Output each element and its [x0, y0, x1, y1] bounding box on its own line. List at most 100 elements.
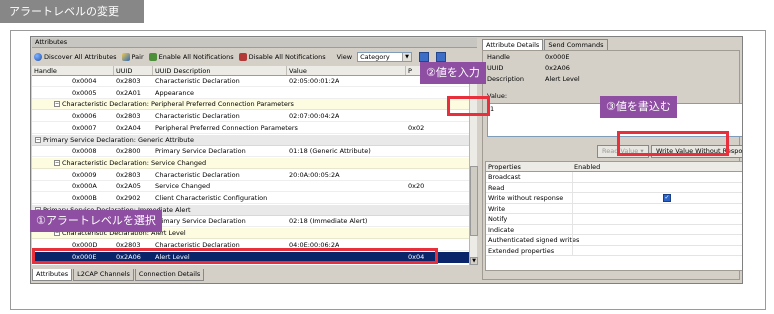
handle-cell: 0x000B	[72, 194, 97, 202]
detail-handle-label: Handle	[487, 53, 510, 61]
tab-send-commands[interactable]: Send Commands	[544, 39, 608, 50]
view-label: View	[336, 53, 353, 61]
enable-notifications-button[interactable]: Enable All Notifications	[148, 53, 234, 61]
detail-description-label: Description	[487, 75, 525, 83]
attribute-row[interactable]: 0x000B 0x2902 Client Characteristic Config…	[32, 193, 469, 204]
discover-all-button[interactable]: Discover All Attributes	[34, 53, 117, 61]
chevron-down-icon: ▼	[402, 53, 412, 61]
collapse-icon[interactable]: −	[35, 136, 41, 143]
value-cell: 02:07:00:04:2A	[289, 112, 340, 121]
pair-icon	[121, 53, 130, 61]
property-name: Authenticated signed writes	[488, 236, 580, 244]
properties-table-header: Properties Enabled	[486, 162, 742, 172]
property-divider	[572, 245, 573, 256]
group-text: Primary Service Declaration: Generic Att…	[43, 135, 194, 144]
uuid-cell: 0x2A05	[116, 182, 141, 191]
uuid-cell: 0x2803	[116, 170, 141, 179]
characteristic-row[interactable]: − Characteristic Declaration: Service Cha…	[32, 157, 469, 169]
attributes-grid-header: Handle UUID UUID Description Value P	[32, 66, 469, 76]
collapse-icon[interactable]: −	[54, 101, 60, 108]
attribute-row[interactable]: 0x000A 0x2A05 Service Changed 0x20	[32, 181, 469, 193]
service-row[interactable]: − Primary Service Declaration: Generic At…	[32, 134, 469, 146]
value-cell: 20:0A:00:05:2A	[289, 170, 340, 179]
property-divider	[572, 172, 573, 182]
slide-title: アラートレベルの変更	[0, 0, 144, 23]
group-text: Characteristic Declaration: Service Chan…	[62, 158, 207, 167]
column-handle[interactable]: Handle	[32, 66, 114, 75]
attribute-row[interactable]: 0x0009 0x2803 Characteristic Declaration 20…	[32, 170, 469, 181]
expand-all-icon[interactable]	[419, 52, 430, 62]
property-row: Indicate	[486, 224, 742, 235]
attributes-panel-title: Attributes	[32, 38, 477, 48]
value-cell: 01:18 (Generic Attribute)	[289, 147, 371, 156]
property-divider	[572, 193, 573, 203]
attribute-row[interactable]: 0x0004 0x2803 Characteristic Declaration 02…	[32, 76, 469, 87]
handle-cell: 0x0005	[72, 88, 97, 97]
property-name: Extended properties	[488, 246, 555, 255]
property-name: Notify	[488, 215, 508, 223]
pair-label: Pair	[131, 53, 144, 61]
description-cell: Service Changed	[155, 182, 211, 191]
uuid-cell: 0x2803	[116, 77, 141, 85]
callout-write-value: ③値を書込む	[600, 96, 677, 118]
tab-attribute-details[interactable]: Attribute Details	[482, 39, 544, 50]
value-label: Value:	[487, 92, 508, 100]
collapse-all-icon[interactable]	[436, 52, 447, 62]
disable-notifications-icon	[238, 53, 247, 61]
group-text: Characteristic Declaration: Peripheral P…	[62, 100, 294, 109]
attributes-grid: 0x0004 0x2803 Characteristic Declaration 02…	[32, 76, 469, 265]
detail-handle: Handle 0x000E	[487, 52, 570, 62]
detail-uuid: UUID 0x2A06	[487, 63, 570, 73]
attribute-row[interactable]: 0x0006 0x2803 Characteristic Declaration 02…	[32, 111, 469, 123]
column-uuid[interactable]: UUID	[114, 66, 153, 75]
pair-button[interactable]: Pair	[121, 53, 144, 61]
property-row: Broadcast	[486, 172, 742, 183]
write-button-highlight	[617, 131, 729, 156]
description-cell: Characteristic Declaration	[155, 77, 240, 85]
attribute-row[interactable]: 0x0007 0x2A04 Peripheral Preferred Connect…	[32, 123, 469, 134]
disable-notifications-button[interactable]: Disable All Notifications	[238, 53, 326, 61]
attribute-row[interactable]: 0x0008 0x2800 Primary Service Declaration 0…	[32, 146, 469, 158]
collapse-icon[interactable]: −	[54, 159, 60, 166]
property-name: Write	[488, 204, 506, 213]
view-select[interactable]: Category ▼	[357, 52, 413, 62]
discover-all-label: Discover All Attributes	[44, 53, 117, 61]
uuid-cell: 0x2A01	[116, 88, 141, 97]
attribute-row[interactable]: 0x0005 0x2A01 Appearance	[32, 88, 469, 99]
handle-cell: 0x000A	[72, 182, 97, 191]
properties-column: Properties	[488, 163, 521, 171]
scroll-thumb[interactable]	[470, 166, 478, 236]
handle-cell: 0x0008	[72, 147, 97, 156]
enable-notifications-label: Enable All Notifications	[158, 53, 234, 61]
column-uuid-description[interactable]: UUID Description	[153, 66, 287, 75]
property-name: Broadcast	[488, 173, 521, 181]
property-row: Authenticated signed writes	[486, 235, 742, 246]
disable-notifications-label: Disable All Notifications	[248, 53, 326, 61]
property-row: Extended properties	[486, 245, 742, 256]
property-name: Read	[488, 183, 505, 192]
tab-connection-details[interactable]: Connection Details	[134, 269, 205, 281]
characteristic-row[interactable]: − Characteristic Declaration: Peripheral …	[32, 99, 469, 111]
group-label: − Characteristic Declaration: Service Cha…	[54, 158, 206, 169]
properties-cell: 0x20	[408, 182, 425, 191]
callout-enter-value: ②値を入力	[420, 62, 486, 84]
detail-uuid-label: UUID	[487, 64, 504, 72]
property-divider	[572, 214, 573, 224]
left-bottom-tabs: Attributes L2CAP Channels Connection Det…	[32, 269, 205, 281]
attribute-details-body: Handle 0x000E UUID 0x2A06 Description Alert…	[482, 50, 742, 280]
attribute-details-panel: Attribute Details Send Commands Handle 0x…	[481, 37, 742, 283]
group-label: − Primary Service Declaration: Generic At…	[35, 135, 194, 146]
description-cell: Characteristic Declaration	[155, 112, 240, 121]
description-cell: Primary Service Declaration	[155, 147, 246, 156]
view-select-value: Category	[360, 53, 390, 61]
enable-notifications-icon	[148, 53, 157, 61]
scroll-down-icon[interactable]: ▼	[470, 257, 478, 265]
tab-l2cap-channels[interactable]: L2CAP Channels	[73, 269, 134, 281]
uuid-cell: 0x2803	[116, 112, 141, 121]
column-value[interactable]: Value	[287, 66, 406, 75]
attributes-panel: Attributes Discover All Attributes Pair …	[31, 37, 478, 283]
tab-attributes[interactable]: Attributes	[32, 269, 73, 281]
property-divider	[572, 224, 573, 235]
description-cell: Peripheral Preferred Connection Paramete…	[155, 123, 298, 132]
callout-select-alert-level: ①アラートレベルを選択	[30, 210, 162, 232]
